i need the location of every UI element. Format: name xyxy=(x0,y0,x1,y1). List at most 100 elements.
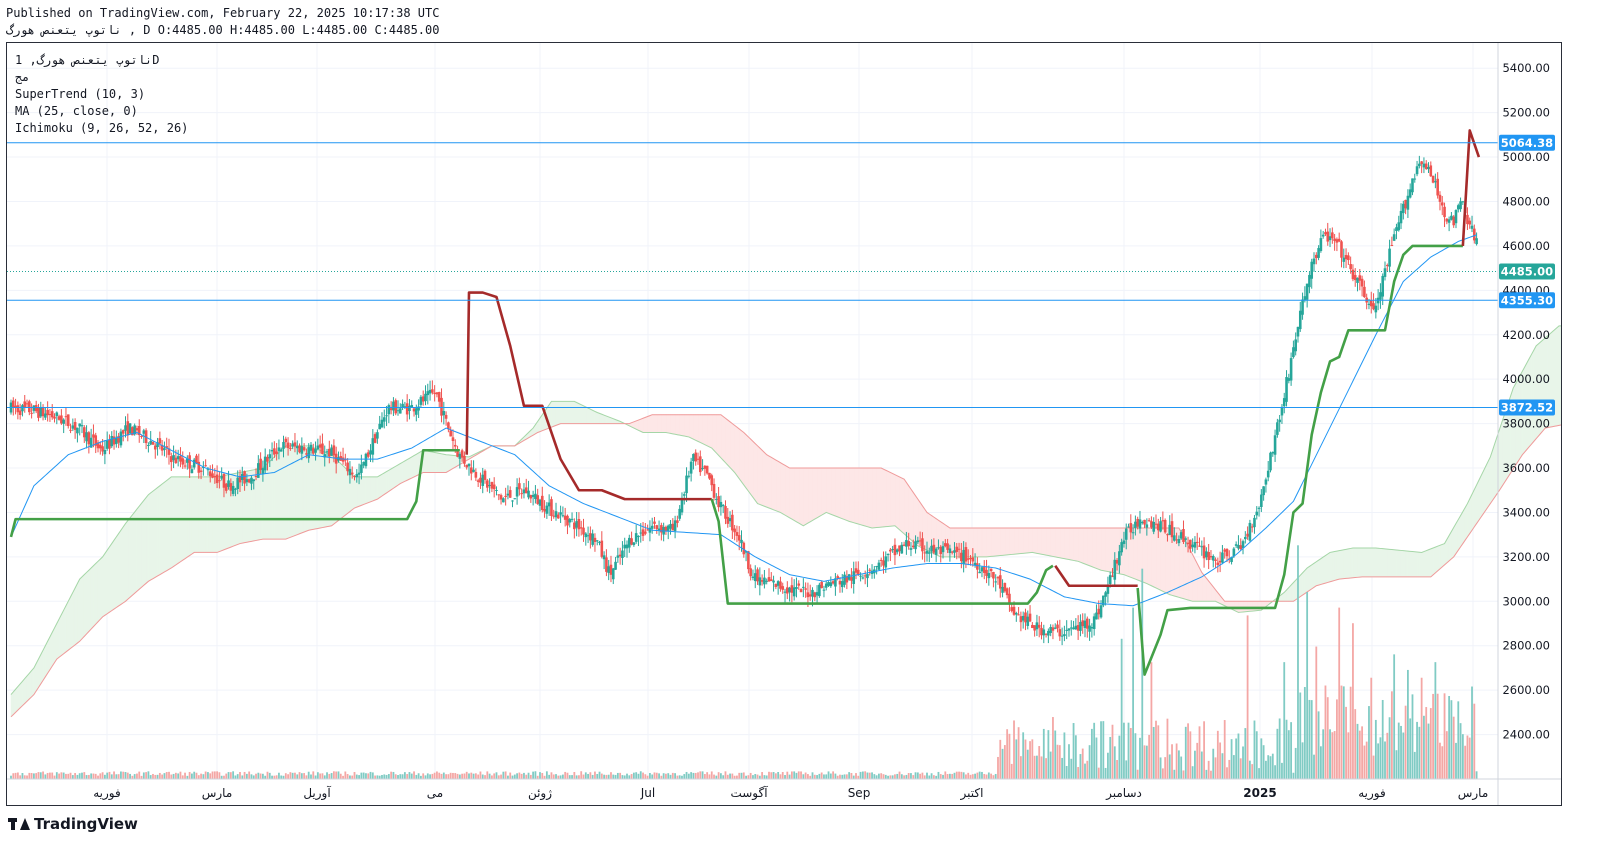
ichimoku-cloud-segment xyxy=(61,610,64,657)
legend-ma[interactable]: MA (25, close, 0) xyxy=(15,104,138,118)
volume-bar xyxy=(509,772,512,779)
candle-body xyxy=(179,455,182,462)
volume-bar xyxy=(138,771,141,779)
candle-body xyxy=(1255,511,1259,516)
candle-body xyxy=(737,535,741,541)
price-tick-label: 3800.00 xyxy=(1502,417,1550,431)
volume-bar xyxy=(632,772,635,779)
price-chart[interactable]: 2400.002600.002800.003000.003200.003400.… xyxy=(7,43,1561,805)
ichimoku-cloud-segment xyxy=(1389,548,1393,578)
legend-ichimoku[interactable]: Ichimoku (9, 26, 52, 26) xyxy=(15,121,188,135)
volume-bar xyxy=(383,774,386,779)
volume-bar xyxy=(262,773,264,779)
volume-bar xyxy=(772,772,775,779)
volume-bar xyxy=(174,772,177,779)
candle-body xyxy=(41,407,45,417)
candle-body xyxy=(147,444,150,447)
candle-body xyxy=(222,473,226,488)
candle-body xyxy=(561,515,565,517)
ichimoku-cloud-segment xyxy=(1038,527,1042,555)
candle-body xyxy=(199,470,203,472)
candle-body xyxy=(820,581,823,589)
volume-bar xyxy=(1315,646,1318,779)
ichimoku-cloud-segment xyxy=(1043,527,1047,556)
ichimoku-cloud-segment xyxy=(269,458,273,540)
candle-body xyxy=(611,568,615,580)
volume-bar xyxy=(717,772,720,779)
candle-body xyxy=(508,490,512,498)
ichimoku-cloud-segment xyxy=(47,636,51,675)
candle-body xyxy=(1079,621,1082,631)
candle-body xyxy=(309,444,313,451)
volume-bar xyxy=(1269,756,1272,779)
candle-body xyxy=(1031,624,1034,629)
legend-symbol[interactable]: ناتوپ یتعنص هورگ, 1D xyxy=(15,53,160,67)
ichimoku-cloud-segment xyxy=(874,467,877,529)
candle-body xyxy=(536,495,539,504)
candle-body xyxy=(843,574,846,585)
volume-bar xyxy=(1175,743,1178,779)
candle-body xyxy=(953,550,956,553)
candle-body xyxy=(1459,201,1462,210)
ichimoku-cloud-segment xyxy=(986,527,990,558)
candle-body xyxy=(575,521,578,528)
tradingview-logo[interactable]: TradingView xyxy=(8,815,138,833)
candle-body xyxy=(28,401,31,413)
ichimoku-cloud-segment xyxy=(12,688,16,716)
volume-bar xyxy=(1070,758,1073,779)
candle-body xyxy=(176,456,180,460)
volume-bar xyxy=(621,775,624,779)
time-tick-label: آوریل xyxy=(303,785,331,801)
candle-body xyxy=(231,485,235,494)
candle-body xyxy=(227,480,230,487)
volume-bar xyxy=(1081,748,1084,779)
legend-supertrend[interactable]: SuperTrend (10, 3) xyxy=(15,87,145,101)
volume-bar xyxy=(761,772,764,779)
volume-bar xyxy=(889,775,892,779)
volume-bar xyxy=(305,775,308,779)
candle-body xyxy=(1051,627,1055,631)
candle-body xyxy=(181,458,185,465)
candle-body xyxy=(1408,189,1412,198)
volume-bar xyxy=(976,772,979,779)
ichimoku-cloud-segment xyxy=(1480,470,1484,518)
ichimoku-cloud-segment xyxy=(150,490,154,581)
candle-body xyxy=(1273,435,1277,455)
volume-bar xyxy=(1010,763,1013,779)
chart-frame[interactable]: 2400.00 2600.00 2800.00 3000.00 3200.00 3400.… xyxy=(6,42,1562,806)
volume-bar xyxy=(804,772,807,779)
candle-body xyxy=(1278,419,1281,423)
ichimoku-cloud-segment xyxy=(803,467,806,527)
candle-body xyxy=(909,548,913,550)
volume-bar xyxy=(90,773,93,779)
volume-bar xyxy=(1333,731,1336,779)
volume-bar xyxy=(793,771,796,779)
ichimoku-cloud-segment xyxy=(1061,527,1065,560)
ichimoku-cloud-segment xyxy=(1075,527,1079,562)
volume-bar xyxy=(1349,686,1352,779)
volume-bar xyxy=(594,771,596,779)
ichimoku-cloud-segment xyxy=(576,402,580,424)
volume-bar xyxy=(280,775,283,779)
candle-body xyxy=(353,476,356,478)
ichimoku-cloud-segment xyxy=(1483,466,1487,515)
volume-bar xyxy=(1244,728,1247,779)
candle-body xyxy=(1060,635,1064,637)
volume-bar xyxy=(713,774,715,779)
volume-bar xyxy=(843,774,846,779)
volume-bar xyxy=(1196,742,1199,779)
volume-bar xyxy=(1246,615,1249,779)
volume-bar xyxy=(610,772,612,779)
candle-body xyxy=(1379,292,1382,300)
volume-bar xyxy=(914,772,917,779)
ichimoku-cloud-segment xyxy=(1403,550,1406,578)
volume-bar xyxy=(1299,692,1302,779)
candle-body xyxy=(946,543,949,550)
volume-bar xyxy=(477,774,480,779)
candle-body xyxy=(1450,215,1453,220)
volume-bar xyxy=(1345,706,1347,779)
ichimoku-cloud-segment xyxy=(1302,569,1306,596)
volume-bar xyxy=(756,774,759,779)
volume-bar xyxy=(878,773,880,779)
candle-body xyxy=(788,587,791,593)
